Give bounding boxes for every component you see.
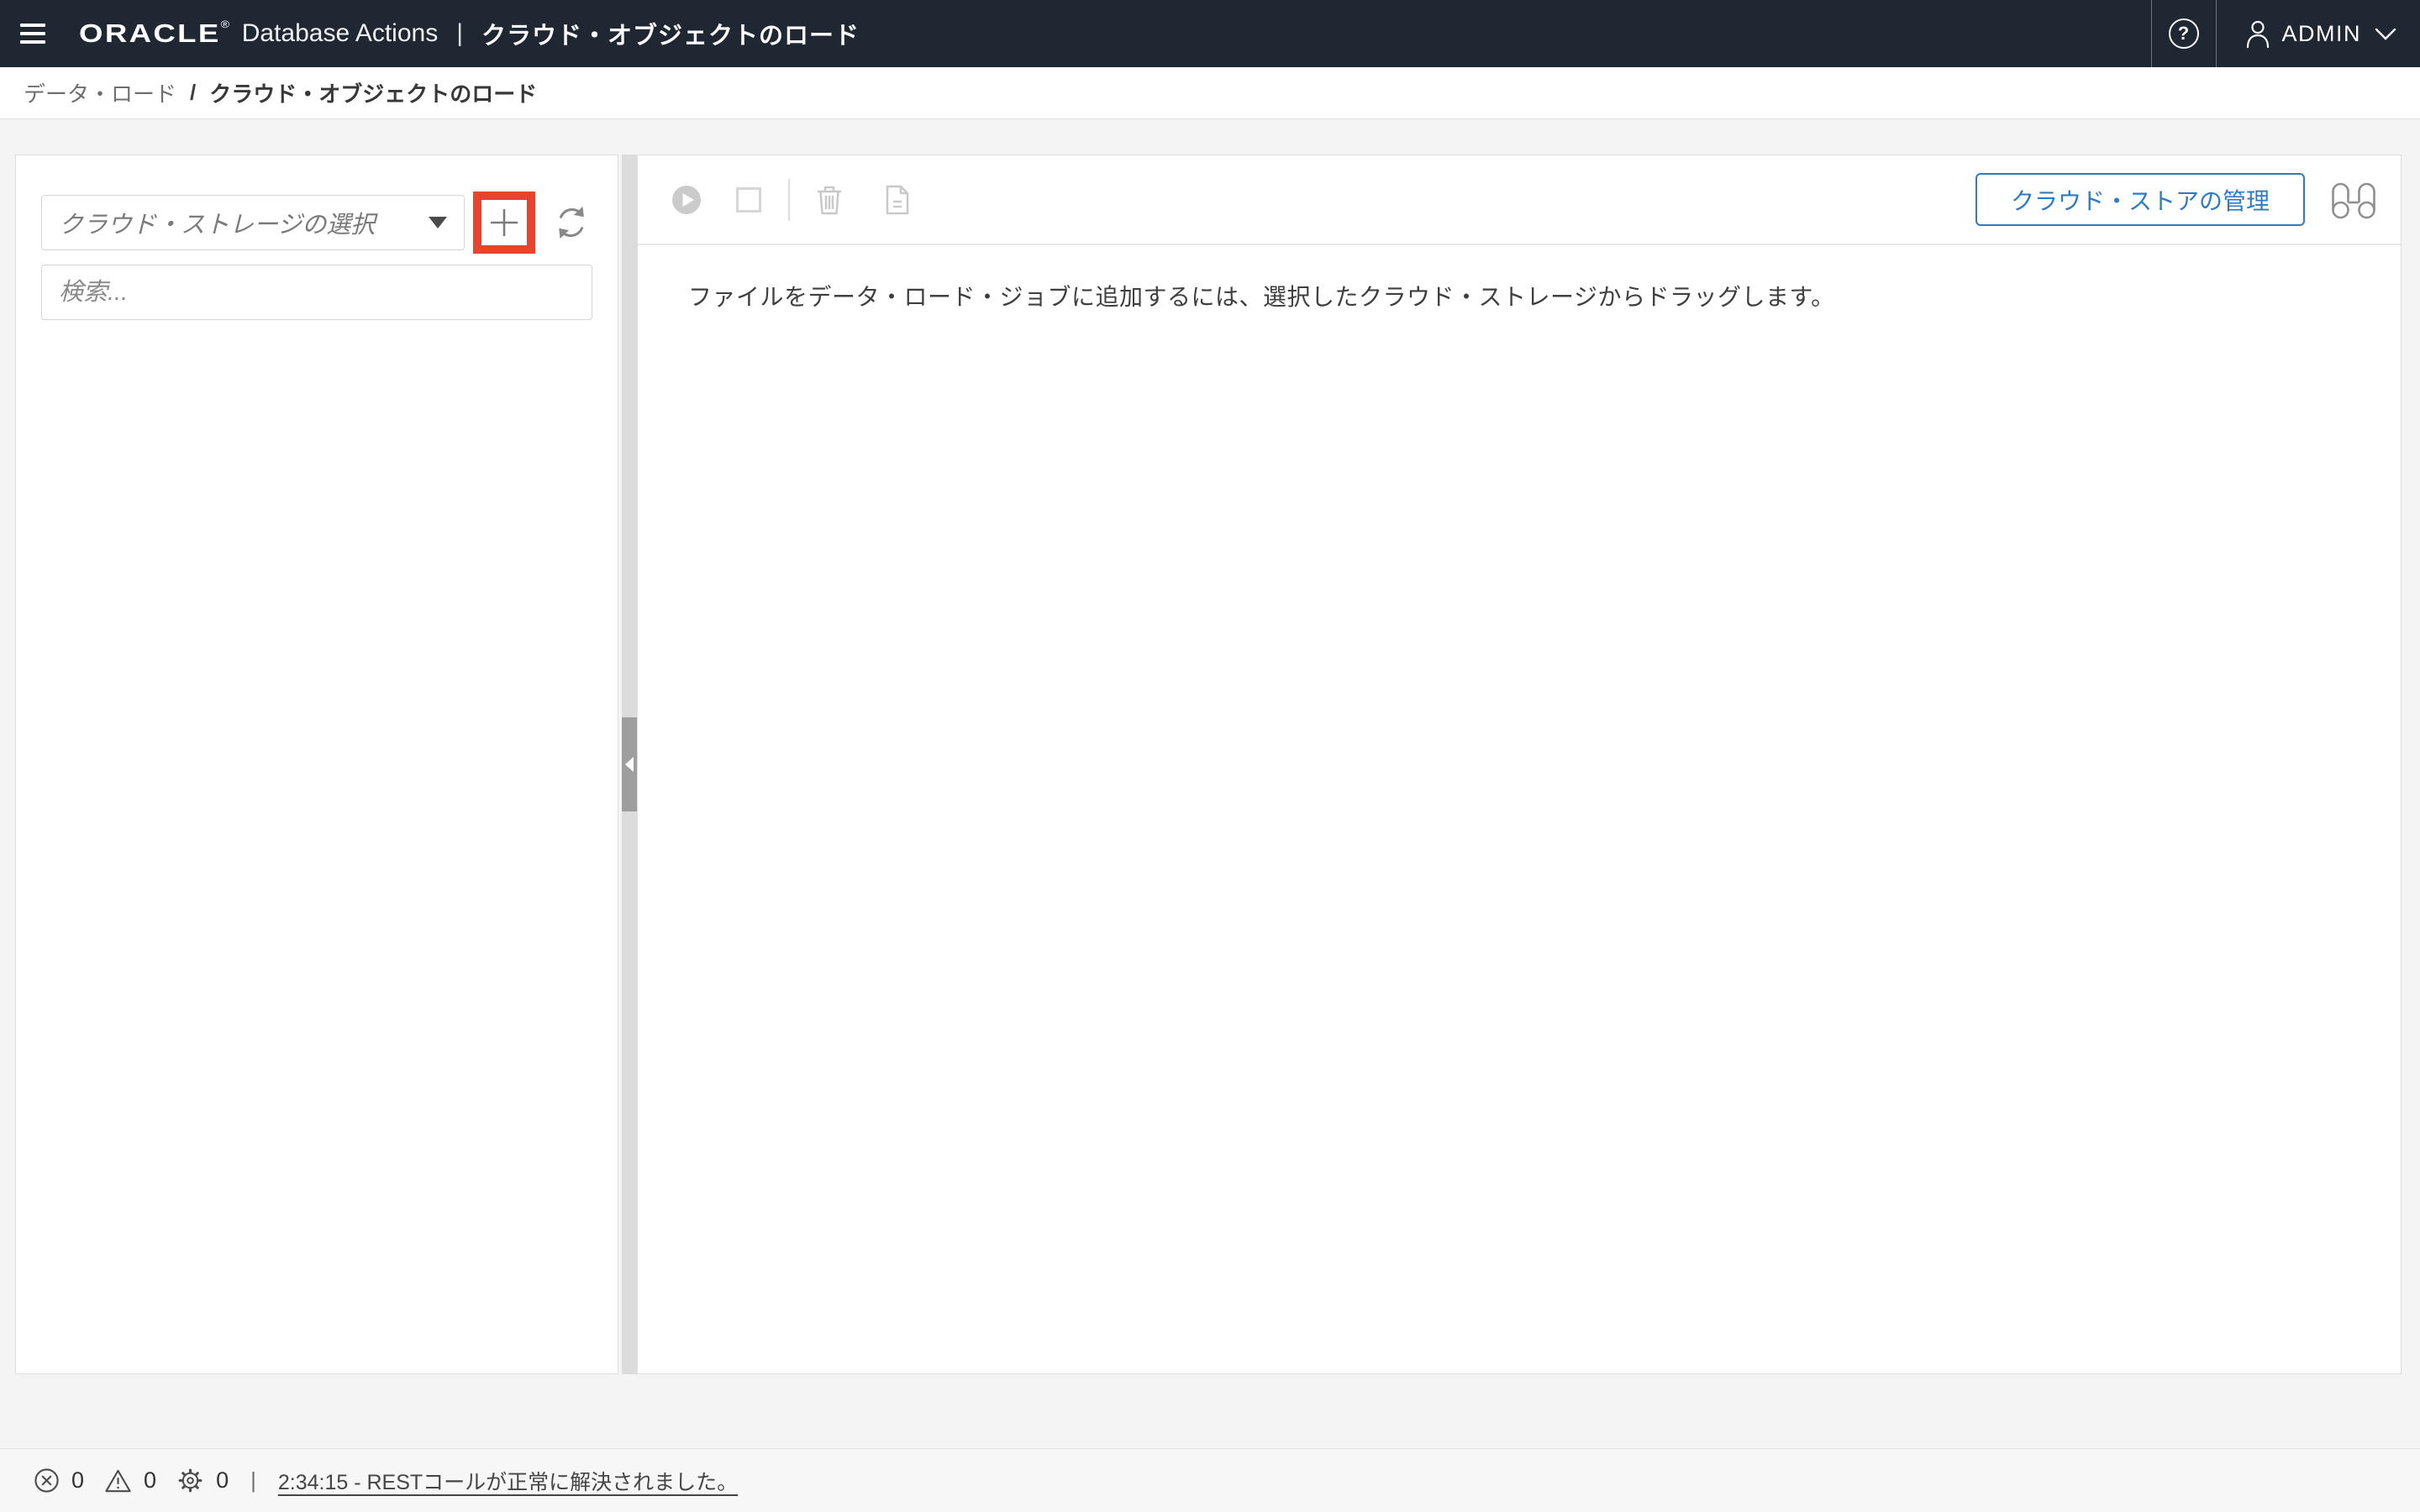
status-bar: 0 0 0 | 2:34:15 - RE [0, 1448, 2420, 1512]
title-separator: | [456, 19, 463, 48]
breadcrumb-current: クラウド・オブジェクトのロード [209, 77, 537, 108]
user-icon [2245, 18, 2270, 49]
error-status-group: 0 [34, 1467, 84, 1494]
warning-status-group: 0 [104, 1467, 156, 1494]
data-load-job-panel: クラウド・ストアの管理 ファイルをデータ・ロード・ジョブに追加するには、選択した… [637, 155, 2402, 1374]
app-name: Database Actions [242, 19, 438, 48]
document-icon [884, 184, 911, 216]
trash-icon [815, 184, 844, 216]
delete-button[interactable] [815, 184, 844, 216]
toolbar-divider [788, 179, 790, 221]
binoculars-icon [2330, 180, 2377, 220]
select-caret-icon [429, 217, 447, 228]
manage-cloud-store-button[interactable]: クラウド・ストアの管理 [1975, 173, 2305, 226]
breadcrumb-link-data-load[interactable]: データ・ロード [24, 77, 176, 108]
process-status-group: 0 [176, 1467, 229, 1494]
storage-controls-row: クラウド・ストレージの選択 [41, 192, 592, 254]
collapse-panel-handle[interactable] [622, 717, 637, 811]
cloud-storage-select-value: クラウド・ストレージの選択 [59, 205, 375, 240]
gear-icon [176, 1467, 204, 1494]
run-button[interactable] [671, 185, 702, 215]
error-icon [34, 1467, 60, 1494]
main-area: クラウド・ストレージの選択 [0, 119, 2420, 1512]
warning-count: 0 [144, 1467, 156, 1494]
add-cloud-storage-button[interactable] [473, 192, 535, 254]
job-panel-body: ファイルをデータ・ロード・ジョブに追加するには、選択したクラウド・ストレージから… [638, 245, 2401, 312]
error-count: 0 [71, 1467, 84, 1494]
process-count: 0 [216, 1467, 229, 1494]
status-separator: | [250, 1467, 256, 1494]
collapse-left-arrow-icon [625, 757, 634, 772]
help-button[interactable]: ? [2152, 0, 2216, 67]
app-header: ORACLE® Database Actions | クラウド・オブジェクトのロ… [0, 0, 2420, 67]
breadcrumb-separator: / [190, 80, 196, 106]
refresh-button[interactable] [550, 202, 592, 244]
drop-hint-message: ファイルをデータ・ロード・ジョブに追加するには、選択したクラウド・ストレージから… [688, 279, 2401, 312]
oracle-logo: ORACLE® [79, 18, 231, 49]
warning-icon [104, 1468, 132, 1494]
breadcrumb: データ・ロード / クラウド・オブジェクトのロード [0, 67, 2420, 119]
help-icon: ? [2169, 18, 2199, 49]
find-button[interactable] [2330, 180, 2377, 220]
hamburger-icon [20, 24, 45, 27]
page-title: クラウド・オブジェクトのロード [481, 16, 860, 51]
user-menu-button[interactable]: ADMIN [2217, 0, 2420, 67]
hamburger-menu-button[interactable] [0, 0, 66, 67]
refresh-icon [552, 203, 591, 242]
panel-splitter[interactable] [622, 155, 637, 1374]
registered-mark: ® [221, 18, 232, 30]
stop-button[interactable] [736, 187, 761, 213]
search-input[interactable] [41, 265, 592, 320]
stop-icon [736, 187, 761, 213]
chevron-down-icon [2375, 28, 2396, 40]
user-name: ADMIN [2282, 21, 2362, 47]
cloud-storage-panel: クラウド・ストレージの選択 [15, 155, 618, 1374]
report-button[interactable] [884, 184, 911, 216]
job-toolbar: クラウド・ストアの管理 [638, 155, 2401, 245]
status-log-link[interactable]: 2:34:15 - RESTコールが正常に解決されました。 [278, 1466, 738, 1496]
brand: ORACLE® Database Actions | クラウド・オブジェクトのロ… [79, 16, 860, 51]
play-icon [671, 185, 702, 215]
plus-icon [488, 207, 520, 239]
cloud-storage-select[interactable]: クラウド・ストレージの選択 [41, 195, 465, 250]
